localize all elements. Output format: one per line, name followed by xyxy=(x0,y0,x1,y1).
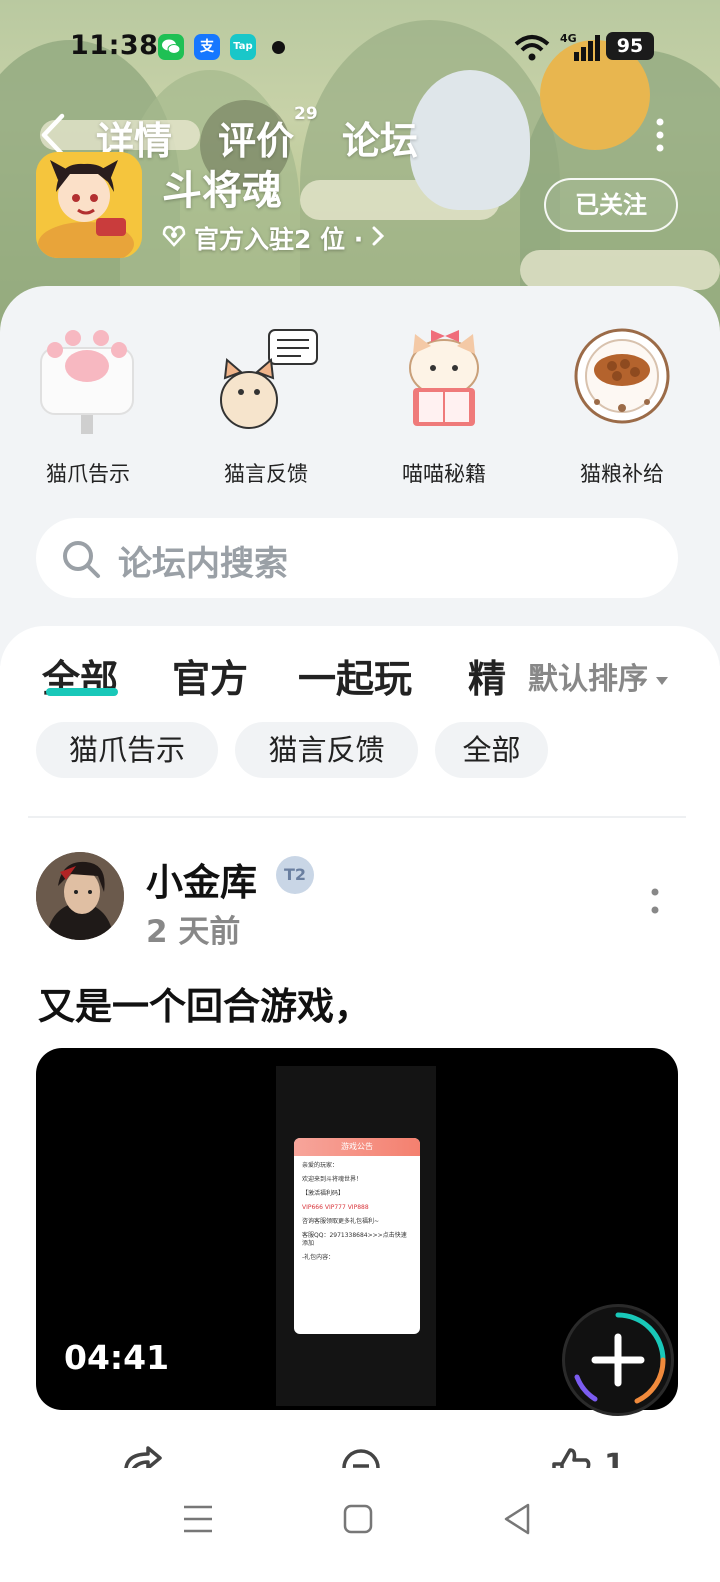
battery-indicator: 95 xyxy=(606,32,654,60)
plus-icon xyxy=(574,1312,666,1404)
cat-paw-sign-icon xyxy=(33,326,143,436)
video-popup-announcement: 游戏公告 亲爱的玩家： 欢迎来到斗将魂世界！ 【激活福利码】 VIP666 VI… xyxy=(294,1138,420,1334)
popup-line: -礼包内容： xyxy=(302,1254,335,1261)
post-actions: 1 xyxy=(0,1428,720,1468)
sort-label: 默认排序 xyxy=(528,662,648,697)
shortcut-cat-paw-notice[interactable]: 猫爪告示 xyxy=(18,326,158,488)
forum-tab-underline xyxy=(46,688,118,696)
popup-line: 欢迎来到斗将魂世界！ xyxy=(302,1176,363,1183)
official-members-text: 官方入驻2 位 · xyxy=(194,225,364,254)
system-nav-bar xyxy=(0,1468,720,1582)
avatar[interactable] xyxy=(36,852,124,940)
back-triangle-icon[interactable] xyxy=(502,1502,532,1540)
like-icon[interactable] xyxy=(550,1446,592,1468)
shortcut-label: 喵喵秘籍 xyxy=(402,462,486,486)
heart-diamond-icon xyxy=(162,224,186,253)
forum-tab-play-together[interactable]: 一起玩 xyxy=(298,648,412,703)
forum-shortcuts-section: 猫爪告示 猫言反馈 喵喵秘籍 猫粮补给 论坛内搜索 xyxy=(0,286,720,666)
taptap-icon: Tap xyxy=(230,34,256,60)
popup-line: 客服QQ：2971338684>>>点击快速添加 xyxy=(302,1232,407,1247)
shortcut-label: 猫言反馈 xyxy=(224,462,308,486)
shortcut-cat-feedback[interactable]: 猫言反馈 xyxy=(196,326,336,488)
popup-line: 【激活福利码】 xyxy=(302,1190,345,1197)
caret-down-icon xyxy=(656,659,668,694)
post-time: 2 天前 xyxy=(146,914,241,950)
cat-feedback-icon xyxy=(211,326,321,436)
post-title[interactable]: 又是一个回合游戏， xyxy=(38,976,371,1030)
comment-icon[interactable] xyxy=(340,1448,382,1468)
official-members-link[interactable]: 官方入驻2 位 · xyxy=(162,220,385,256)
home-icon[interactable] xyxy=(343,1504,373,1538)
svg-text:4G: 4G xyxy=(560,32,577,45)
post-author-name[interactable]: 小金库 xyxy=(146,852,257,906)
game-info: 斗将魂 官方入驻2 位 · 已关注 xyxy=(0,150,720,260)
notification-dot-icon xyxy=(272,41,285,54)
popup-line: 亲爱的玩家： xyxy=(302,1162,339,1169)
game-title: 斗将魂 xyxy=(162,168,282,214)
popup-line: VIP666 VIP777 VIP888 xyxy=(302,1204,369,1211)
cat-food-bowl-icon xyxy=(567,326,677,436)
status-bar: 11:38 支 Tap 4G 95 xyxy=(0,28,720,68)
popup-line: 咨询客服领取更多礼包福利~ xyxy=(302,1218,380,1225)
shortcut-cat-food[interactable]: 猫粮补给 xyxy=(552,326,692,488)
status-time: 11:38 xyxy=(70,30,159,61)
user-level-badge: T2 xyxy=(276,856,314,894)
menu-icon[interactable] xyxy=(182,1504,214,1538)
sort-dropdown[interactable]: 默认排序 xyxy=(528,654,668,698)
chevron-right-icon xyxy=(371,224,385,253)
alipay-icon: 支 xyxy=(194,34,220,60)
shortcut-cat-guide[interactable]: 喵喵秘籍 xyxy=(374,326,514,488)
search-icon xyxy=(60,538,102,584)
follow-button[interactable]: 已关注 xyxy=(544,178,678,232)
like-count: 1 xyxy=(604,1448,625,1468)
cat-book-icon xyxy=(389,326,499,436)
search-placeholder: 论坛内搜索 xyxy=(118,544,288,584)
popup-heading: 游戏公告 xyxy=(294,1138,420,1156)
share-icon[interactable] xyxy=(122,1446,164,1468)
create-post-button[interactable] xyxy=(562,1304,674,1416)
forum-tab-official[interactable]: 官方 xyxy=(172,648,248,703)
divider xyxy=(28,816,686,818)
chip-all[interactable]: 全部 xyxy=(435,722,548,778)
post-more-options-icon[interactable] xyxy=(648,884,662,922)
shortcut-label: 猫爪告示 xyxy=(46,462,130,486)
wifi-icon xyxy=(514,34,550,66)
cell-signal-icon: 4G xyxy=(560,32,600,66)
review-count-badge: 29 xyxy=(294,104,318,124)
wechat-icon xyxy=(158,34,184,60)
shortcut-label: 猫粮补给 xyxy=(580,462,664,486)
game-app-icon[interactable] xyxy=(36,152,142,258)
chip-cat-feedback[interactable]: 猫言反馈 xyxy=(235,722,418,778)
video-duration: 04:41 xyxy=(64,1338,170,1377)
chip-cat-paw-notice[interactable]: 猫爪告示 xyxy=(36,722,218,778)
forum-search-input[interactable]: 论坛内搜索 xyxy=(36,518,678,598)
